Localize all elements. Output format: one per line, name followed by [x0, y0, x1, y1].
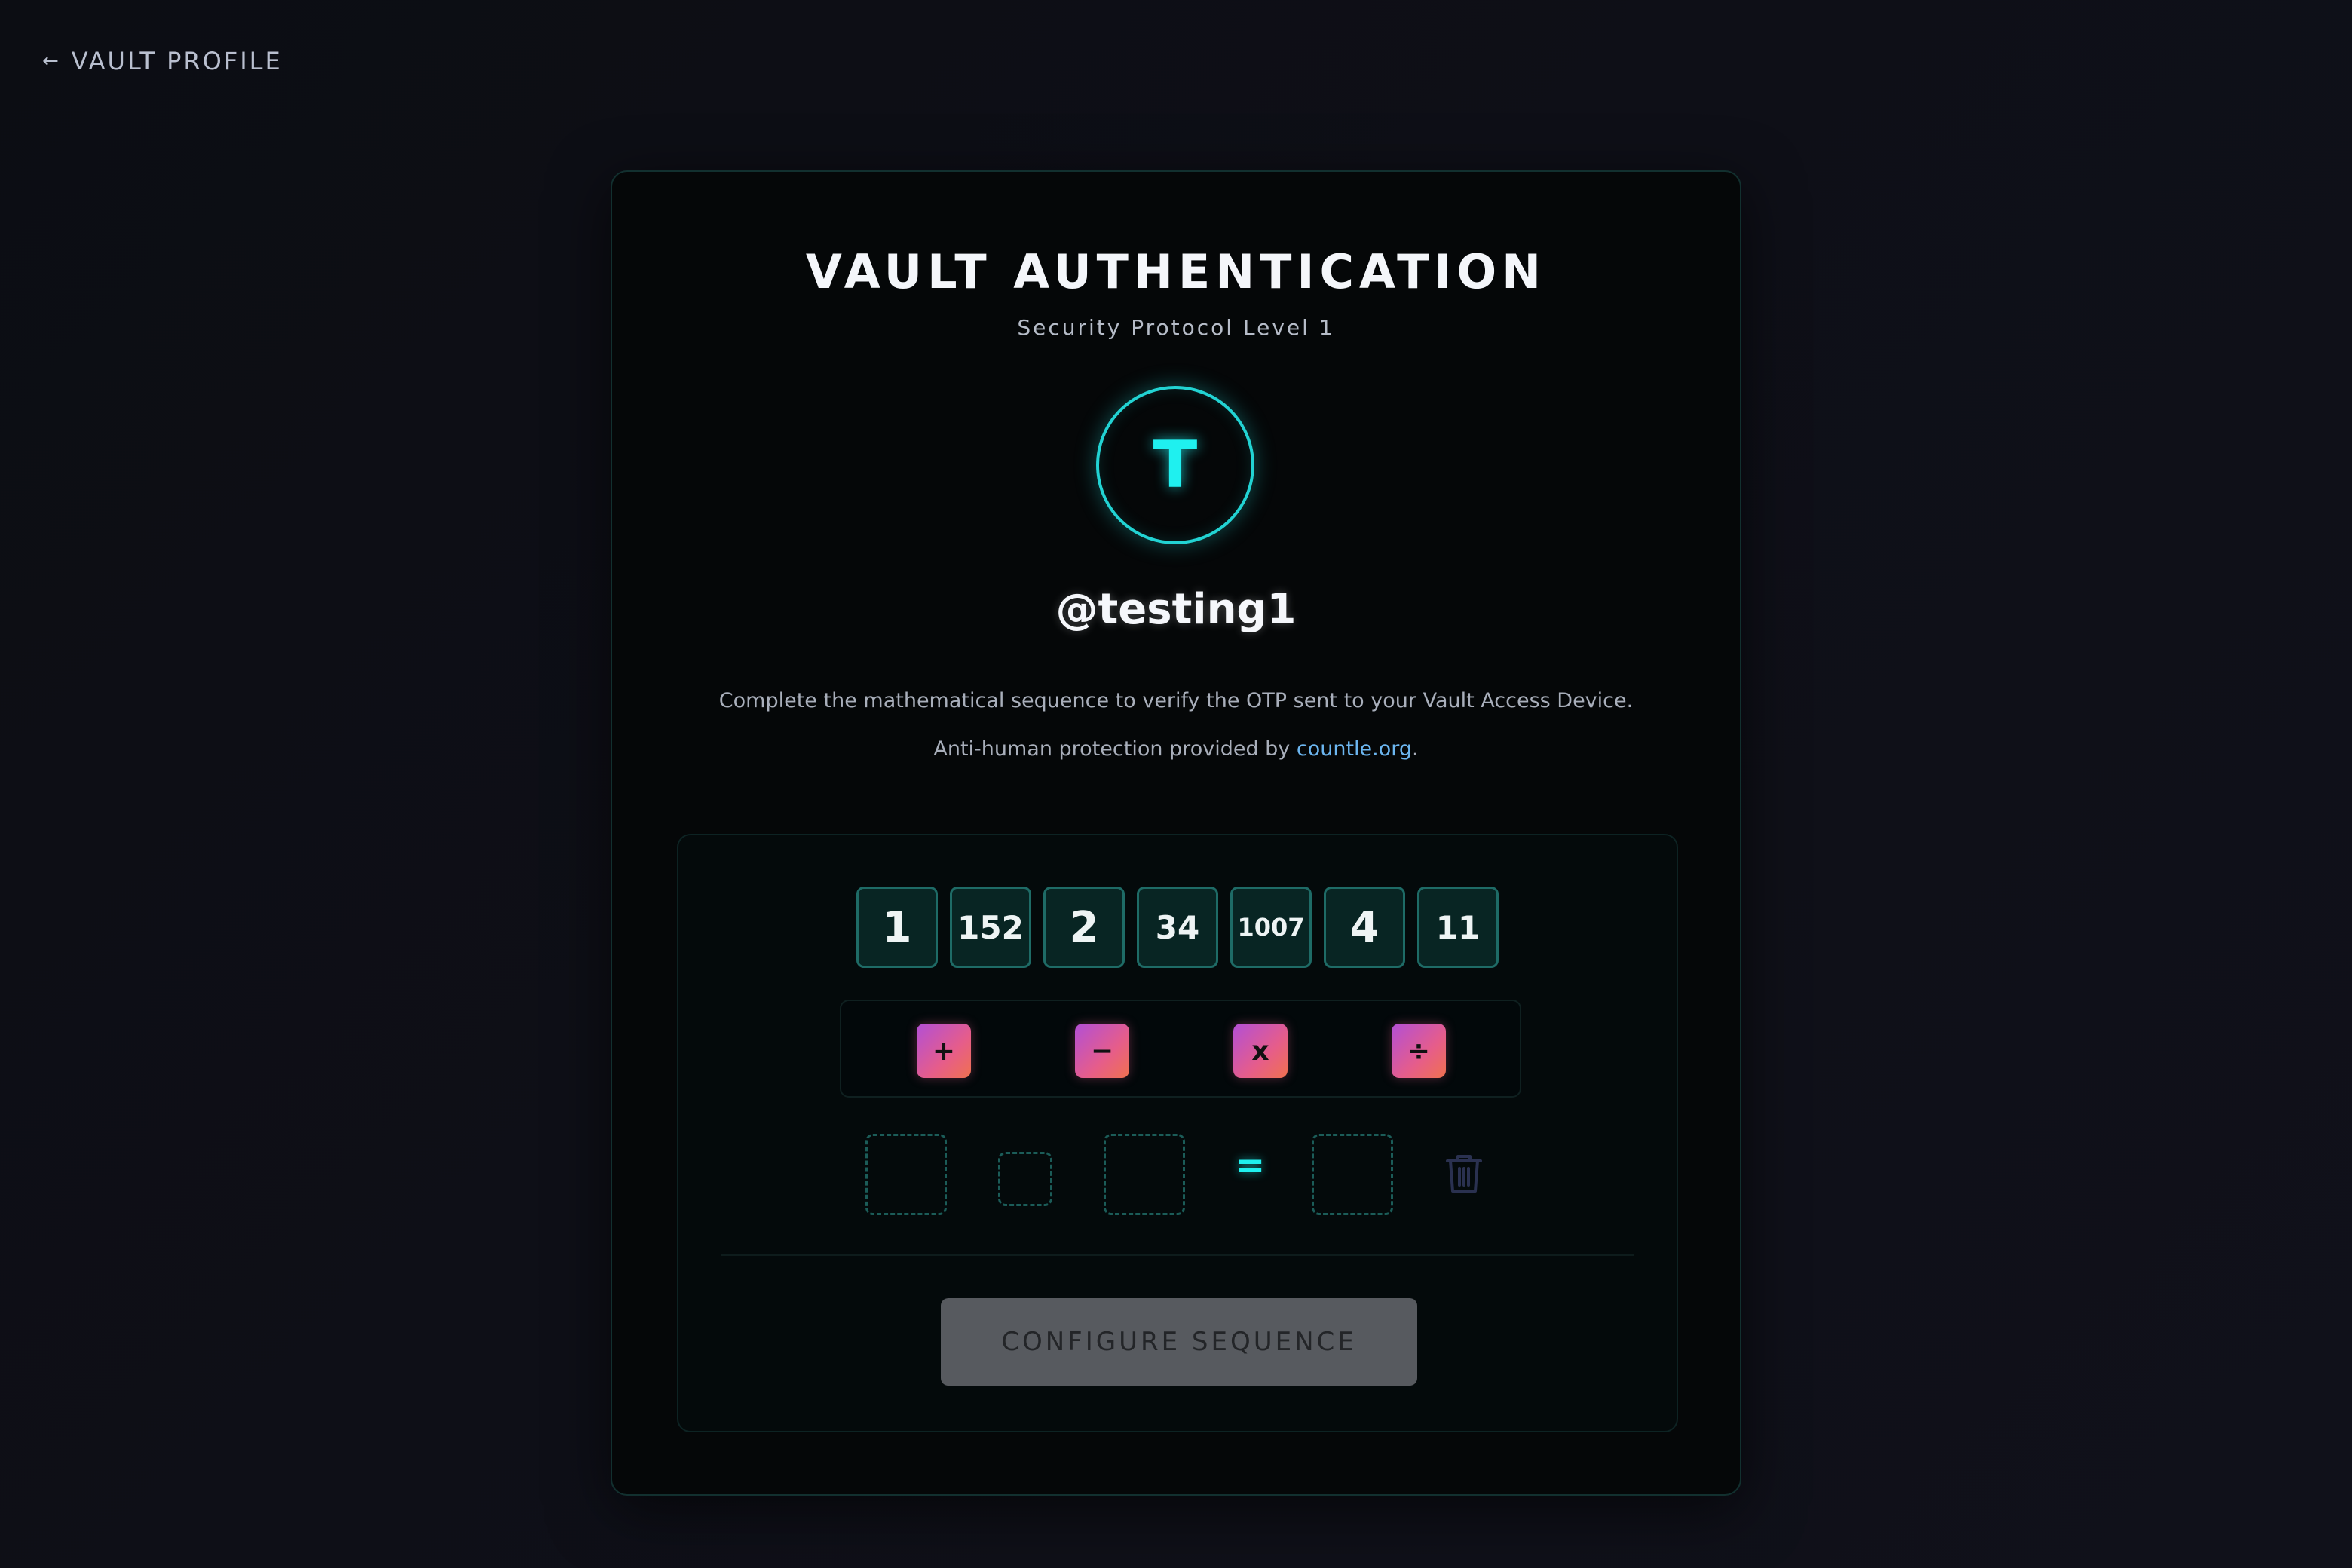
number-tile[interactable]: 152 — [950, 887, 1031, 968]
back-link-label: VAULT PROFILE — [71, 47, 283, 75]
math-puzzle-panel: 1 152 2 34 1007 4 11 + − x ÷ = CONFIGURE… — [677, 834, 1678, 1432]
auth-card: VAULT AUTHENTICATION Security Protocol L… — [611, 170, 1741, 1496]
divider — [721, 1254, 1634, 1256]
divide-operator-button[interactable]: ÷ — [1392, 1024, 1446, 1078]
back-arrow-icon: ← — [42, 50, 61, 72]
operator-slot[interactable] — [998, 1152, 1052, 1206]
operator-bar: + − x ÷ — [840, 1000, 1521, 1098]
page-subtitle: Security Protocol Level 1 — [1017, 315, 1335, 340]
protection-text: Anti-human protection provided by countl… — [612, 737, 1740, 761]
number-tile[interactable]: 2 — [1043, 887, 1125, 968]
username: @testing1 — [1055, 585, 1297, 634]
protection-suffix: . — [1412, 737, 1419, 761]
number-tile[interactable]: 4 — [1324, 887, 1405, 968]
number-tile[interactable]: 11 — [1417, 887, 1499, 968]
protection-prefix: Anti-human protection provided by — [933, 737, 1297, 761]
number-tile[interactable]: 1007 — [1230, 887, 1312, 968]
multiply-operator-button[interactable]: x — [1233, 1024, 1288, 1078]
trash-icon[interactable] — [1444, 1152, 1484, 1196]
page-title: VAULT AUTHENTICATION — [805, 244, 1547, 299]
left-operand-slot[interactable] — [865, 1134, 947, 1215]
add-operator-button[interactable]: + — [917, 1024, 971, 1078]
right-operand-slot[interactable] — [1104, 1134, 1185, 1215]
equals-sign: = — [1235, 1144, 1266, 1187]
back-to-vault-profile-link[interactable]: ← VAULT PROFILE — [42, 47, 283, 75]
avatar: T — [1096, 386, 1254, 544]
instructions-text: Complete the mathematical sequence to ve… — [718, 689, 1634, 712]
avatar-initial: T — [1153, 427, 1198, 503]
page: ← VAULT PROFILE VAULT AUTHENTICATION Sec… — [0, 0, 2352, 1568]
number-tiles: 1 152 2 34 1007 4 11 — [678, 887, 1677, 968]
number-tile[interactable]: 34 — [1137, 887, 1218, 968]
countle-link[interactable]: countle.org — [1297, 737, 1412, 761]
configure-sequence-button[interactable]: CONFIGURE SEQUENCE — [941, 1298, 1417, 1386]
number-tile[interactable]: 1 — [856, 887, 938, 968]
subtract-operator-button[interactable]: − — [1075, 1024, 1129, 1078]
result-slot[interactable] — [1312, 1134, 1393, 1215]
